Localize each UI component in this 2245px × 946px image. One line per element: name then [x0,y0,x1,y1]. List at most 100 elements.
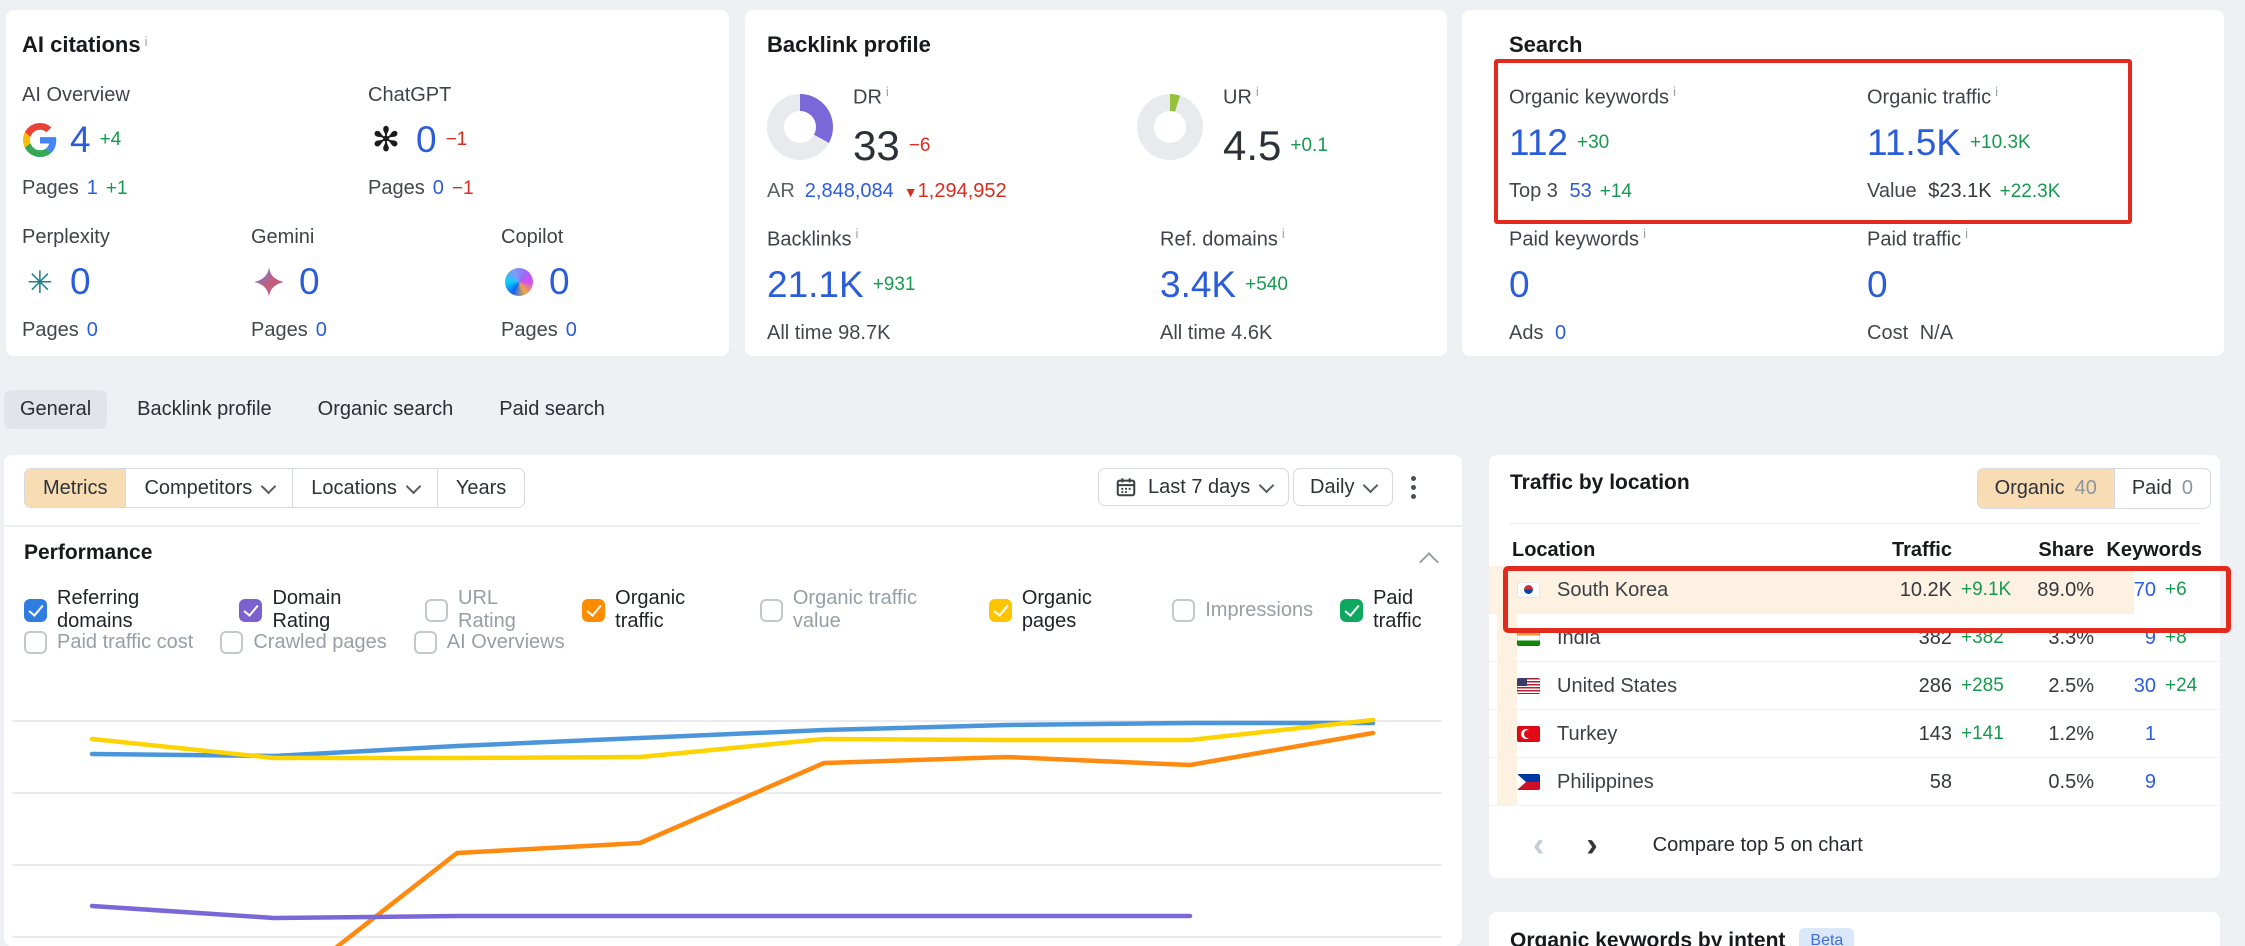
organic-toggle[interactable]: Organic40 [1978,469,2114,508]
compare-top5-label: Compare top 5 on chart [1653,834,1863,857]
ai-citations-title: AI citations [22,32,141,57]
more-options-button[interactable] [1411,476,1416,499]
checkbox-paid-traffic-cost[interactable]: Paid traffic cost [24,631,193,654]
info-icon[interactable]: i [1965,226,1968,241]
traffic-row-india[interactable]: India 382 +382 3.3% 9 +8 [1489,614,2220,662]
checkbox-label: Impressions [1205,599,1313,622]
beta-badge: Beta [1799,928,1854,946]
all-time-row: All time 4.6K [1160,322,1288,345]
engine-label: AI Overview [22,84,130,107]
metrics-button[interactable]: Metrics [25,469,125,507]
checkbox-unchecked-icon [24,631,47,654]
performance-title: Performance [24,541,152,565]
ref-domains-value[interactable]: 3.4K [1160,264,1236,306]
engine-label: Gemini [251,226,327,249]
search-card: Search Organic keywordsi 112 +30 Top 3 5… [1462,10,2224,356]
checkbox-label: Paid traffic [1373,587,1462,633]
chevron-down-icon [261,478,277,494]
tab-organic-search[interactable]: Organic search [302,390,470,429]
traffic-value-row: Value $23.1K+22.3K [1867,180,2060,203]
checkbox-label: URL Rating [458,587,555,633]
checkbox-label: AI Overviews [447,631,565,654]
competitors-button[interactable]: Competitors [125,469,292,507]
info-icon[interactable]: i [855,226,858,241]
checkbox-domain-rating[interactable]: Domain Rating [239,587,398,633]
organic-keywords-value[interactable]: 112 [1509,122,1568,164]
dr-delta: −6 [909,135,931,157]
checkbox-label: Organic traffic [615,587,733,633]
backlinks-value[interactable]: 21.1K [767,264,864,306]
info-icon[interactable]: i [1256,84,1259,99]
checkbox-paid-traffic[interactable]: Paid traffic [1340,587,1462,633]
info-icon[interactable]: i [145,34,148,49]
checkbox-checked-icon [239,599,262,622]
ai-overview-value[interactable]: 4 [70,119,91,161]
checkbox-organic-traffic-value[interactable]: Organic traffic value [760,587,962,633]
ar-value[interactable]: 2,848,084 [805,180,894,202]
ref-domains-block: Ref. domainsi 3.4K +540 All time 4.6K [1160,226,1288,345]
checkbox-organic-traffic[interactable]: Organic traffic [582,587,733,633]
checkbox-checked-icon [989,599,1012,622]
backlink-profile-card: Backlink profile DRi 33 −6 AR2,848,084▼1… [745,10,1447,356]
ar-delta: 1,294,952 [918,180,1007,202]
dr-value: 33 [853,122,900,170]
checkbox-url-rating[interactable]: URL Rating [425,587,555,633]
info-icon[interactable]: i [1643,226,1646,241]
traffic-table-header: Location Traffic Share Keywords [1489,533,2220,567]
organic-keywords-block: Organic keywordsi 112 +30 Top 3 53+14 [1509,84,1676,203]
gemini-icon [251,264,287,300]
info-icon[interactable]: i [1282,226,1285,241]
gemini-value[interactable]: 0 [299,261,320,303]
organic-traffic-value[interactable]: 11.5K [1867,122,1961,164]
checkbox-organic-pages[interactable]: Organic pages [989,587,1145,633]
tab-paid-search[interactable]: Paid search [483,390,621,429]
info-icon[interactable]: i [1995,84,1998,99]
traffic-row-philippines[interactable]: Philippines 58 0.5% 9 [1489,758,2220,806]
checkbox-label: Paid traffic cost [57,631,193,654]
perplexity-icon: ✳ [22,264,58,300]
years-button[interactable]: Years [437,469,524,507]
traffic-row-south-korea[interactable]: South Korea 10.2K +9.1K 89.0% 70 +6 [1489,566,2220,614]
checkbox-ai-overviews[interactable]: AI Overviews [414,631,565,654]
tab-general[interactable]: General [4,390,107,429]
info-icon[interactable]: i [1673,84,1676,99]
ai-citations-card: AI citationsi AI Overview 4 +4 Pages1+1 … [6,10,729,356]
organic-traffic-block: Organic traffici 11.5K +10.3K Value $23.… [1867,84,2060,203]
locations-button[interactable]: Locations [292,469,437,507]
checkbox-unchecked-icon [425,599,448,622]
ur-donut-chart [1137,94,1203,160]
perplexity-value[interactable]: 0 [70,261,91,303]
checkbox-crawled-pages[interactable]: Crawled pages [220,631,386,654]
all-time-row: All time 98.7K [767,322,916,345]
calendar-icon [1115,476,1137,498]
pages-row: Pages0 [501,319,577,342]
chatgpt-value[interactable]: 0 [416,119,437,161]
tab-backlink-profile[interactable]: Backlink profile [121,390,288,429]
checkbox-impressions[interactable]: Impressions [1172,599,1313,622]
info-icon[interactable]: i [886,84,889,99]
copilot-value[interactable]: 0 [549,261,570,303]
checkbox-checked-icon [1340,599,1363,622]
ur-value: 4.5 [1223,122,1281,170]
traffic-row-united-states[interactable]: United States 286 +285 2.5% 30 +24 [1489,662,2220,710]
granularity-button[interactable]: Daily [1293,468,1393,506]
pages-row: Pages0 [251,319,327,342]
paid-keywords-value[interactable]: 0 [1509,264,1530,306]
next-page-button[interactable]: › [1586,828,1597,862]
paid-toggle[interactable]: Paid0 [2114,469,2210,508]
paid-traffic-value[interactable]: 0 [1867,264,1888,306]
engine-label: Copilot [501,226,577,249]
previous-page-button[interactable]: ‹ [1533,828,1544,862]
date-range-button[interactable]: Last 7 days [1098,468,1289,506]
checkbox-referring-domains[interactable]: Referring domains [24,587,212,633]
flag-india-icon [1517,630,1540,646]
ar-decrease-icon: ▼ [904,184,918,200]
checkbox-label: Organic traffic value [793,587,962,633]
chatgpt-delta: −1 [446,129,468,151]
backlinks-delta: +931 [873,274,916,296]
checkbox-unchecked-icon [414,631,437,654]
traffic-row-turkey[interactable]: Turkey 143 +141 1.2% 1 [1489,710,2220,758]
traffic-by-location-card: Traffic by location Organic40 Paid0 Loca… [1489,455,2220,878]
collapse-chevron-icon[interactable] [1419,552,1439,572]
engine-label: Perplexity [22,226,110,249]
